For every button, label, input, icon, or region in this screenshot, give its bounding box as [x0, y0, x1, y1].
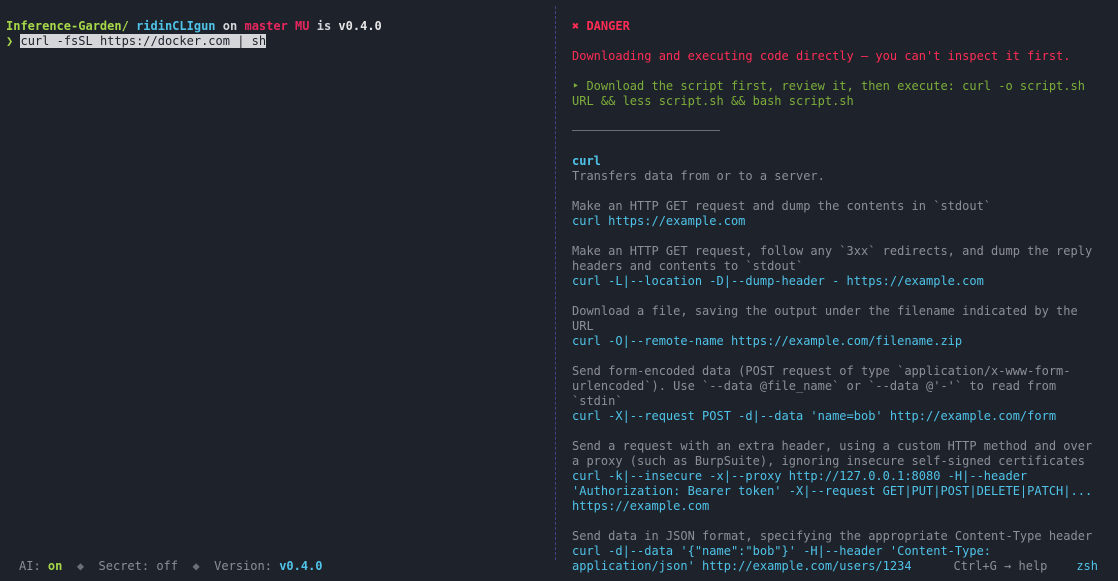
prompt-project: ridinCLIgun: [136, 19, 216, 33]
prompt-chevron-icon: ❯: [6, 34, 14, 48]
example-command: curl -L|--location -D|--dump-header - ht…: [572, 274, 984, 288]
prompt-cwd: Inference-Garden/: [6, 19, 129, 33]
ai-label: AI:: [19, 559, 41, 573]
safer-suggestion: ‣ Download the script first, review it, …: [572, 79, 1085, 108]
example-description: Send data in JSON format, specifying the…: [572, 529, 1093, 543]
example-item: Send a request with an extra header, usi…: [572, 439, 1104, 514]
command-input[interactable]: curl -fsSL https://docker.com | sh: [20, 34, 267, 48]
danger-label: ✖ DANGER: [572, 19, 630, 33]
help-hint[interactable]: Ctrl+G → help: [953, 559, 1047, 573]
example-command: curl -k|--insecure -x|--proxy http://127…: [572, 469, 1093, 513]
version-value: v0.4.0: [279, 559, 323, 573]
shell-name: zsh: [1076, 559, 1098, 573]
example-description: Send a request with an extra header, usi…: [572, 439, 1093, 468]
example-description: Download a file, saving the output under…: [572, 304, 1078, 333]
pane-divider[interactable]: [555, 6, 556, 560]
example-description: Send form-encoded data (POST request of …: [572, 364, 1071, 408]
danger-message: Downloading and executing code directly …: [572, 49, 1071, 63]
example-command: curl -O|--remote-name https://example.co…: [572, 334, 963, 348]
secret-label: Secret:: [98, 559, 150, 573]
example-description: Make an HTTP GET request and dump the co…: [572, 199, 992, 213]
shell-prompt: Inference-Garden/ ridinCLIgun on master …: [6, 19, 382, 34]
tool-description: Transfers data from or to a server.: [572, 169, 825, 183]
example-command: curl https://example.com: [572, 214, 746, 228]
terminal-window: Inference-Garden/ ridinCLIgun on master …: [0, 0, 1118, 581]
example-description: Make an HTTP GET request, follow any `3x…: [572, 244, 1093, 273]
example-item: Make an HTTP GET request and dump the co…: [572, 199, 1104, 229]
tool-name: curl: [572, 154, 601, 168]
prompt-git-branch: master MU: [244, 19, 310, 33]
prompt-is-word: is: [316, 19, 332, 33]
diamond-separator-icon: ◆: [192, 559, 200, 573]
status-bar: AI: on ◆ Secret: off ◆ Version: v0.4.0 C…: [0, 552, 1118, 581]
status-right: Ctrl+G → help zsh: [953, 559, 1098, 573]
example-item: Make an HTTP GET request, follow any `3x…: [572, 244, 1104, 289]
safety-panel: ✖ DANGER Downloading and executing code …: [572, 19, 1104, 574]
example-item: Download a file, saving the output under…: [572, 304, 1104, 349]
secret-status[interactable]: off: [156, 559, 178, 573]
command-input-line[interactable]: ❯ curl -fsSL https://docker.com | sh: [6, 34, 267, 49]
example-item: Send form-encoded data (POST request of …: [572, 364, 1104, 424]
diamond-separator-icon: ◆: [76, 559, 85, 573]
prompt-on-word: on: [222, 19, 238, 33]
status-indicators: AI: on ◆ Secret: off ◆ Version: v0.4.0: [19, 559, 323, 573]
section-divider: [572, 130, 720, 131]
version-label: Version:: [214, 559, 272, 573]
example-command: curl -X|--request POST -d|--data 'name=b…: [572, 409, 1057, 423]
shell-pane[interactable]: Inference-Garden/ ridinCLIgun on master …: [0, 0, 555, 552]
prompt-version: v0.4.0: [338, 19, 382, 33]
ai-status[interactable]: on: [48, 559, 62, 573]
